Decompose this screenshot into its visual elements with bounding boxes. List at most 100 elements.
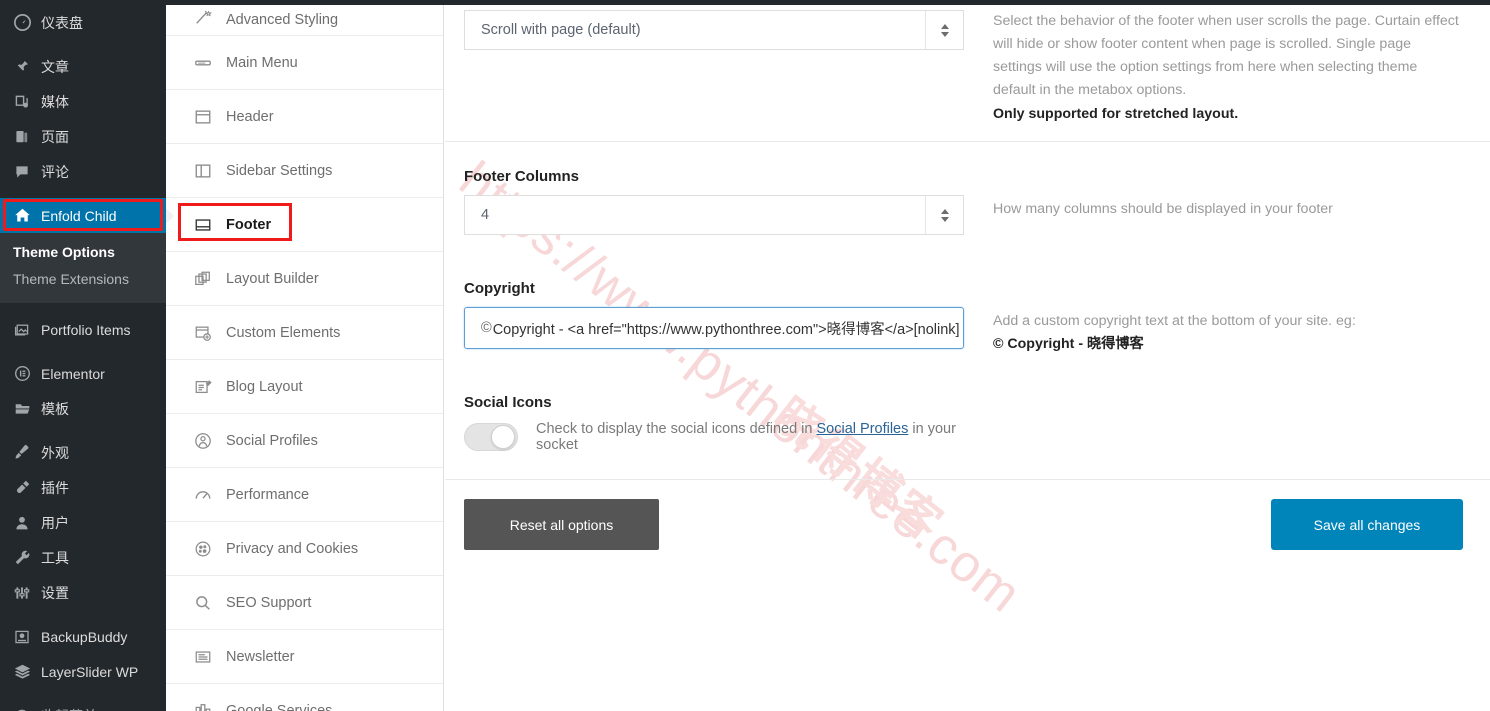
chevron-down-icon [940, 31, 949, 37]
sidebar-item-label: BackupBuddy [41, 628, 128, 645]
footer-behavior-select[interactable]: Scroll with page (default) [464, 10, 964, 50]
opt-nav-item-blog-layout[interactable]: Blog Layout [166, 360, 443, 414]
copyright-description-text: Add a custom copyright text at the botto… [993, 313, 1356, 329]
social-icons-toggle[interactable] [464, 423, 518, 451]
sidebar-separator [0, 303, 166, 312]
collapse-arrow-icon [11, 706, 33, 711]
copyright-input[interactable]: © Copyright - <a href="https://www.pytho… [464, 307, 964, 349]
toggle-knob [491, 425, 515, 449]
footer-behavior-row: Scroll with page (default) Select the be… [445, 0, 1490, 126]
opt-nav-item-label: Sidebar Settings [226, 162, 333, 179]
opt-nav-item-google-services[interactable]: Google Services [166, 684, 443, 711]
opt-nav-item-label: Google Services [226, 702, 333, 711]
footer-icon [192, 214, 214, 236]
opt-nav-item-newsletter[interactable]: Newsletter [166, 630, 443, 684]
reset-all-options-button[interactable]: Reset all options [464, 499, 659, 550]
opt-nav-item-sidebar-settings[interactable]: Sidebar Settings [166, 144, 443, 198]
copyright-label: Copyright [464, 280, 535, 297]
sidebar-item-label: 文章 [41, 58, 69, 75]
opt-nav-item-social-profiles[interactable]: Social Profiles [166, 414, 443, 468]
footer-columns-stepper-icon[interactable] [925, 196, 963, 234]
sidebar-item-elementor[interactable]: Elementor [0, 356, 166, 391]
sidebar-item-posts[interactable]: 文章 [0, 49, 166, 84]
sidebar-item-comments[interactable]: 评论 [0, 154, 166, 189]
submenu-item-theme-options[interactable]: Theme Options [0, 239, 166, 266]
admin-bar-strip [0, 0, 1490, 5]
sidebar-item-label: 插件 [41, 479, 69, 496]
opt-nav-item-advanced-styling[interactable]: Advanced Styling [166, 0, 443, 36]
google-services-icon [192, 700, 214, 711]
sidebar-item-tools[interactable]: 工具 [0, 540, 166, 575]
chevron-down-icon [940, 216, 949, 222]
opt-nav-item-footer[interactable]: Footer [166, 198, 443, 252]
sidebar-separator [0, 347, 166, 356]
sidebar-item-plugins[interactable]: 插件 [0, 470, 166, 505]
copyright-lead-char: © [481, 320, 492, 336]
footer-columns-description: How many columns should be displayed in … [993, 168, 1490, 235]
sidebar-item-templates[interactable]: 模板 [0, 391, 166, 426]
appearance-brush-icon [11, 443, 33, 463]
sidebar-item-label: Elementor [41, 365, 105, 382]
sidebar-item-label: 外观 [41, 444, 69, 461]
opt-nav-item-custom-elements[interactable]: Custom Elements [166, 306, 443, 360]
sidebar-item-label: 模板 [41, 400, 69, 417]
sidebar-item-settings[interactable]: 设置 [0, 575, 166, 610]
magic-wand-icon [192, 6, 214, 28]
sidebar-item-appearance[interactable]: 外观 [0, 435, 166, 470]
social-profiles-icon [192, 430, 214, 452]
sidebar-item-media[interactable]: 媒体 [0, 84, 166, 119]
opt-nav-item-privacy-and-cookies[interactable]: Privacy and Cookies [166, 522, 443, 576]
footer-behavior-description-bold: Only supported for stretched layout. [993, 105, 1239, 122]
submenu-item-theme-extensions[interactable]: Theme Extensions [0, 266, 166, 293]
opt-nav-item-header[interactable]: Header [166, 90, 443, 144]
save-all-changes-button[interactable]: Save all changes [1271, 499, 1463, 550]
sidebar-separator [0, 189, 166, 198]
tools-wrench-icon [11, 548, 33, 568]
opt-nav-item-label: Advanced Styling [226, 12, 339, 28]
footer-behavior-description: Select the behavior of the footer when u… [993, 10, 1490, 126]
footer-columns-control: Footer Columns 4 [445, 168, 993, 235]
sidebar-item-enfold-child[interactable]: Enfold Child [0, 198, 174, 233]
footer-columns-select[interactable]: 4 [464, 195, 964, 235]
dashboard-icon [11, 13, 33, 33]
opt-nav-item-seo-support[interactable]: SEO Support [166, 576, 443, 630]
opt-nav-item-main-menu[interactable]: Main Menu [166, 36, 443, 90]
footer-behavior-value: Scroll with page (default) [481, 22, 641, 38]
sidebar-item-label: 仪表盘 [41, 14, 83, 31]
sidebar-item-users[interactable]: 用户 [0, 505, 166, 540]
social-profiles-link[interactable]: Social Profiles [817, 421, 909, 437]
opt-nav-item-performance[interactable]: Performance [166, 468, 443, 522]
opt-nav-item-label: Custom Elements [226, 324, 341, 341]
sidebar-item-label: 页面 [41, 128, 69, 145]
home-icon [11, 206, 33, 226]
page-icon [11, 127, 33, 147]
layout-builder-icon [192, 268, 214, 290]
sidebar-item-backupbuddy[interactable]: BackupBuddy [0, 619, 166, 654]
social-icons-text-before: Check to display the social icons define… [536, 421, 813, 437]
sidebar-separator [0, 426, 166, 435]
opt-nav-item-label: Header [226, 108, 274, 125]
sidebar-item-pages[interactable]: 页面 [0, 119, 166, 154]
opt-nav-item-layout-builder[interactable]: Layout Builder [166, 252, 443, 306]
footer-columns-row: Footer Columns 4 How many columns should… [445, 168, 1490, 235]
sidebar-item-layerslider-wp[interactable]: LayerSlider WP [0, 654, 166, 689]
sidebar-item-portfolio-items[interactable]: Portfolio Items [0, 312, 166, 347]
pin-icon [11, 57, 33, 77]
chevron-up-icon [940, 208, 949, 214]
social-icons-row: Social Icons Check to display the social… [445, 394, 1490, 453]
sidebar-separator [0, 40, 166, 49]
copyright-description-example: © Copyright - 晓得博客 [993, 336, 1144, 353]
opt-nav-item-label: Footer [226, 216, 272, 233]
section-divider [445, 141, 1490, 142]
settings-sliders-icon [11, 583, 33, 603]
social-icons-label: Social Icons [464, 394, 552, 411]
search-magnifier-icon [192, 592, 214, 614]
plugin-icon [11, 478, 33, 498]
sidebar-item-dashboard[interactable]: 仪表盘 [0, 5, 166, 40]
opt-nav-item-label: Social Profiles [226, 432, 318, 449]
select-stepper-icon[interactable] [925, 11, 963, 49]
social-icons-description [993, 394, 1490, 453]
sidebar-item-collapse-menu[interactable]: 收起菜单 [0, 698, 166, 711]
footer-behavior-description-text: Select the behavior of the footer when u… [993, 13, 1459, 99]
footer-behavior-control: Scroll with page (default) [445, 10, 993, 126]
